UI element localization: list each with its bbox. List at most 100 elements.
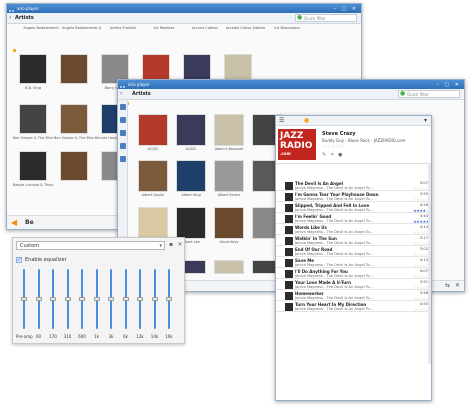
track-cover <box>285 281 293 289</box>
save-preset-icon[interactable]: ▪ <box>167 241 175 249</box>
album-cover[interactable] <box>176 114 206 146</box>
artist-name: Alicia Keys <box>219 240 239 244</box>
track-row[interactable]: Homeworker Janiva Magness - The Devil Is … <box>276 291 431 301</box>
back-icon[interactable]: ‹ <box>9 14 11 21</box>
track-row[interactable]: I'll Do Anything For You Janiva Magness -… <box>276 269 431 279</box>
track-rating[interactable]: ☆☆☆☆☆ <box>413 274 429 279</box>
slider-knob[interactable] <box>35 297 42 301</box>
slider-knob[interactable] <box>21 297 27 301</box>
album-cover[interactable] <box>214 160 244 192</box>
track-row[interactable]: The Devil Is An Angel Janiva Magness - Th… <box>276 181 431 191</box>
slider-knob[interactable] <box>166 297 172 301</box>
eq-slider[interactable] <box>137 269 143 329</box>
track-rating[interactable]: ☆☆☆☆☆ <box>413 307 429 312</box>
track-rating[interactable]: ☆☆☆☆☆ <box>413 263 429 268</box>
eq-slider[interactable] <box>166 269 172 329</box>
track-rating[interactable]: ☆☆☆☆☆ <box>413 252 429 257</box>
slider-knob[interactable] <box>50 297 56 301</box>
eq-slider[interactable] <box>64 269 71 329</box>
album-cover[interactable] <box>19 104 47 134</box>
album-cover[interactable] <box>19 54 47 84</box>
album-cover[interactable] <box>138 207 168 239</box>
track-row[interactable]: Save Me Janiva Magness - The Devil Is An … <box>276 258 431 268</box>
album-cover[interactable] <box>214 207 244 239</box>
track-row[interactable]: Your Love Made A U-Turn Janiva Magness - … <box>276 280 431 290</box>
tab-artists[interactable]: Artists <box>132 91 151 97</box>
preset-select[interactable]: Custom ▾ <box>16 241 165 250</box>
title-bar[interactable]: ario player – ▢ ✕ <box>7 4 361 13</box>
slider-knob[interactable] <box>79 297 85 301</box>
album-cover[interactable] <box>214 114 244 146</box>
list-icon[interactable]: ☰ <box>279 117 284 124</box>
album-cover[interactable] <box>60 151 88 181</box>
enable-equalizer-label: Enable equalizer <box>25 257 67 263</box>
track-rating[interactable]: ☆☆☆☆☆ <box>413 186 429 191</box>
album-cover[interactable] <box>138 114 168 146</box>
track-rating[interactable]: ☆☆☆☆☆ <box>413 296 429 301</box>
shuffle-icon[interactable]: ⇆ <box>445 282 450 289</box>
eq-slider[interactable] <box>50 269 56 329</box>
rating-stars[interactable]: ☆☆☆☆☆ <box>322 144 344 150</box>
edit-icon[interactable]: ✎ <box>322 152 326 158</box>
bell-icon[interactable]: ● <box>304 117 309 124</box>
track-rating[interactable]: ☆☆☆☆☆ <box>413 241 429 246</box>
slider-knob[interactable] <box>93 297 100 301</box>
album-cover[interactable] <box>176 207 206 239</box>
eq-slider[interactable] <box>93 269 100 329</box>
album-cover[interactable] <box>60 54 88 84</box>
track-rating[interactable]: ☆☆☆☆☆ <box>413 197 429 202</box>
music-icon[interactable] <box>119 117 126 123</box>
track-cover <box>285 237 293 245</box>
artist-name: Ben Harper & The Blind Boys of Alabama <box>13 136 53 140</box>
device-icon[interactable] <box>119 156 126 162</box>
repeat-icon[interactable]: ✕ <box>455 282 460 289</box>
slider-knob[interactable] <box>151 297 158 301</box>
eq-slider[interactable] <box>35 269 42 329</box>
library-icon[interactable] <box>119 104 126 110</box>
track-row[interactable]: Turn Your Heart In My Direction Janiva Ma… <box>276 302 431 312</box>
track-duration: 3:51 <box>419 280 428 284</box>
slider-knob[interactable] <box>108 297 114 301</box>
heart-icon[interactable]: ● <box>338 152 342 158</box>
eq-slider[interactable] <box>151 269 158 329</box>
track-cover <box>285 248 293 256</box>
album-cover[interactable] <box>60 104 88 134</box>
delete-preset-icon[interactable]: ✕ <box>176 241 184 249</box>
window-controls[interactable] <box>120 82 126 88</box>
album-cover[interactable] <box>19 151 47 181</box>
track-row[interactable]: Walkin' In The Sun Janiva Magness - The D… <box>276 236 431 246</box>
menu-icon[interactable]: ▾ <box>424 117 427 124</box>
track-subtitle: Janiva Magness - The Devil Is An Angel T… <box>295 197 373 201</box>
enable-equalizer-checkbox[interactable]: ✓ <box>16 257 22 263</box>
track-rating[interactable]: ★★★★★ <box>413 219 429 224</box>
eq-slider[interactable] <box>79 269 85 329</box>
track-row[interactable]: I'm Feelin' Good Janiva Magness - The Dev… <box>276 214 431 224</box>
playlist-icon[interactable] <box>119 130 126 136</box>
track-row[interactable]: End Of Our Road Janiva Magness - The Devi… <box>276 247 431 257</box>
eq-slider[interactable] <box>108 269 114 329</box>
quick-filter-input[interactable]: ● Quick filter <box>295 14 357 22</box>
track-rating[interactable]: ☆☆☆☆☆ <box>413 285 429 290</box>
slider-knob[interactable] <box>137 297 143 301</box>
window-controls[interactable] <box>9 6 15 12</box>
track-rating[interactable]: ★★★★☆ <box>413 208 429 213</box>
track-row[interactable]: Words Like Us Janiva Magness - The Devil … <box>276 225 431 235</box>
tab-artists[interactable]: Artists <box>15 15 34 21</box>
title-bar[interactable]: ario player – ▢ ✕ <box>118 80 464 89</box>
album-cover[interactable] <box>176 160 206 192</box>
track-rating[interactable]: ☆☆☆☆☆ <box>413 230 429 235</box>
track-row[interactable]: Slipped, Tripped And Fell In Love Janiva … <box>276 203 431 213</box>
track-row[interactable]: I'm Gonna Tear Your Playhouse Down Janiva… <box>276 192 431 202</box>
album-cover[interactable] <box>214 260 244 274</box>
eq-slider[interactable] <box>122 269 129 329</box>
scrollbar[interactable] <box>428 164 431 364</box>
slider-knob[interactable] <box>122 297 129 301</box>
link-icon[interactable]: ⚭ <box>330 152 334 158</box>
back-icon[interactable]: ‹ <box>120 90 122 97</box>
slider-knob[interactable] <box>64 297 71 301</box>
quick-filter-input[interactable]: ● Quick filter <box>398 90 460 98</box>
speaker-icon[interactable]: ◀ <box>11 218 17 227</box>
eq-slider[interactable] <box>21 269 27 329</box>
album-cover[interactable] <box>138 160 168 192</box>
radio-icon[interactable] <box>119 143 126 149</box>
